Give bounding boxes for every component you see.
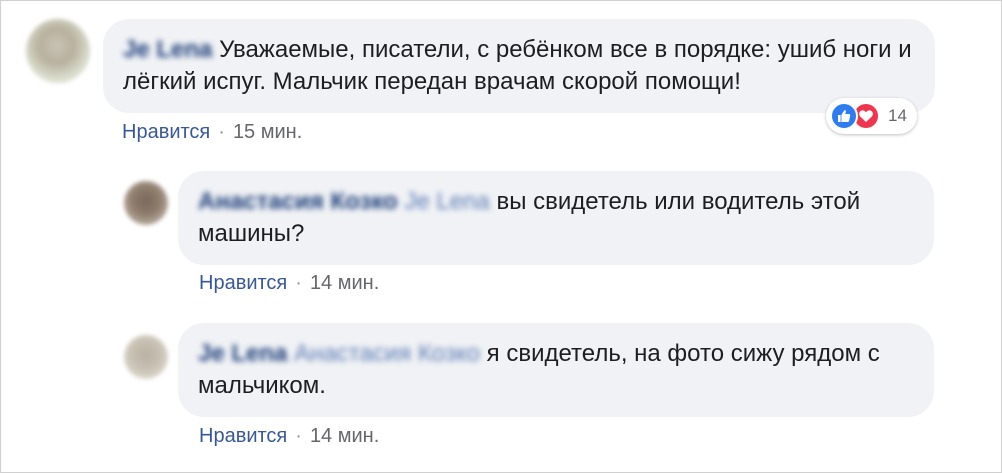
like-button[interactable]: Нравится: [199, 272, 287, 294]
reply-bubble: Je Lena Анастасия Козко я свидетель, на …: [178, 323, 934, 417]
reply-bubble: Анастасия Козко Je Lena вы свидетель или…: [178, 171, 934, 265]
comment-actions: Нравится · 15 мин.: [122, 120, 302, 144]
comment-text: Уважаемые, писатели, с ребёнком все в по…: [123, 36, 912, 95]
comment-time[interactable]: 14 мин.: [310, 272, 379, 294]
separator-dot: ·: [295, 425, 302, 447]
comment-bubble: Je Lena Уважаемые, писатели, с ребёнком …: [103, 19, 935, 113]
comment-author[interactable]: Je Lena: [123, 36, 212, 63]
comment-author[interactable]: Анастасия Козко: [198, 188, 398, 215]
like-button[interactable]: Нравится: [199, 425, 287, 447]
comment-actions: Нравится · 14 мин.: [199, 424, 379, 448]
reactions-summary[interactable]: 14: [826, 98, 917, 134]
mention-link[interactable]: Анастасия Козко: [294, 340, 480, 367]
like-icon: [830, 102, 858, 130]
like-button[interactable]: Нравится: [122, 121, 210, 143]
comment-time[interactable]: 15 мин.: [233, 121, 302, 143]
comment-actions: Нравится · 14 мин.: [199, 271, 379, 295]
comment-thread: Je Lena Уважаемые, писатели, с ребёнком …: [0, 0, 1002, 473]
avatar[interactable]: [124, 181, 168, 225]
reaction-count: 14: [888, 106, 907, 125]
avatar[interactable]: [26, 19, 90, 83]
avatar[interactable]: [124, 335, 168, 379]
separator-dot: ·: [295, 272, 302, 294]
mention-link[interactable]: Je Lena: [404, 188, 489, 215]
separator-dot: ·: [218, 121, 225, 143]
comment-time[interactable]: 14 мин.: [310, 425, 379, 447]
comment-author[interactable]: Je Lena: [198, 340, 287, 367]
